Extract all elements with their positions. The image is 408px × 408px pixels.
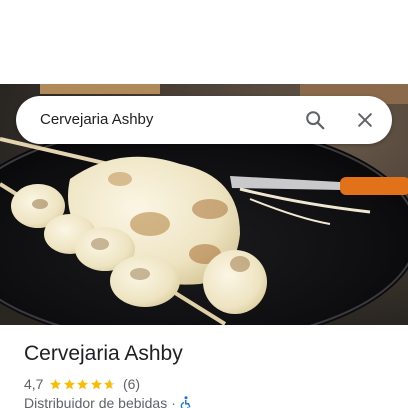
search-icon <box>306 111 325 130</box>
place-category: Distribuidor de bebidas <box>24 395 168 408</box>
top-blank-area <box>0 0 408 84</box>
clear-search-button[interactable] <box>349 104 381 136</box>
separator: · <box>171 395 176 408</box>
wheelchair-icon <box>180 396 191 408</box>
search-button[interactable] <box>299 104 331 136</box>
star-icon <box>64 378 75 389</box>
star-icon <box>91 378 102 389</box>
place-info-panel[interactable]: Cervejaria Ashby 4,7 (6) Distribuidor de… <box>0 325 408 408</box>
place-title: Cervejaria Ashby <box>24 342 183 365</box>
star-rating <box>49 378 117 391</box>
star-icon <box>104 378 116 389</box>
search-query-text[interactable]: Cervejaria Ashby <box>40 96 153 144</box>
category-row: Distribuidor de bebidas · <box>24 395 192 408</box>
star-icon <box>50 378 62 389</box>
star-icon <box>77 378 89 389</box>
review-count[interactable]: (6) <box>123 376 140 392</box>
rating-value: 4,7 <box>24 376 44 392</box>
rating-row[interactable]: 4,7 (6) <box>24 375 140 393</box>
close-icon <box>358 113 372 127</box>
search-bar[interactable]: Cervejaria Ashby <box>16 96 392 144</box>
